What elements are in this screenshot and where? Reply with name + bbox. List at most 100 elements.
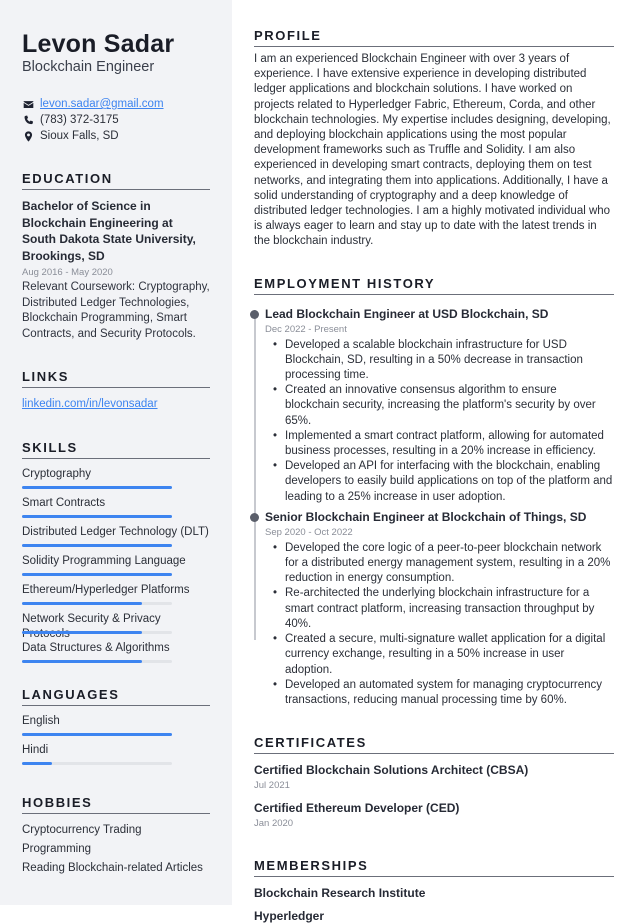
language-item: English [22, 709, 210, 738]
skill-level-bar [22, 573, 172, 576]
certificate-title: Certified Ethereum Developer (CED) [254, 801, 460, 816]
contact-phone: (783) 372-3175 [22, 112, 210, 128]
timeline-dot [250, 512, 259, 522]
job-bullet: Created a secure, multi-signature wallet… [273, 632, 614, 678]
contact-list: levon.sadar@gmail.com (783) 372-3175 Sio… [22, 96, 210, 144]
skill-level-bar [22, 660, 172, 663]
employment-timeline: Lead Blockchain Engineer at USD Blockcha… [250, 306, 614, 708]
email-link[interactable]: levon.sadar@gmail.com [40, 98, 164, 110]
skills-section: SKILLS Cryptography Smart Contracts Distri… [22, 440, 210, 665]
links-section: LINKS linkedin.com/in/levonsadar [22, 369, 210, 412]
contact-location: Sioux Falls, SD [22, 128, 210, 144]
skill-item: Distributed Ledger Technology (DLT) [22, 520, 210, 549]
education-section: EDUCATION Bachelor of Science in Blockch… [22, 171, 210, 342]
job-dates: Sep 2020 - Oct 2022 [265, 526, 353, 538]
job-bullets: Developed the core logic of a peer-to-pe… [265, 541, 614, 708]
profile-heading: PROFILE [254, 28, 614, 47]
skill-label: Cryptography [22, 468, 92, 480]
languages-list: English Hindi [22, 709, 210, 767]
membership-item: Hyperledger [254, 909, 325, 924]
language-item: Hindi [22, 738, 210, 767]
skill-label: Data Structures & Algorithms [22, 642, 170, 654]
phone-icon [22, 114, 34, 126]
profile-text: I am an experienced Blockchain Engineer … [254, 53, 611, 248]
skill-level-bar [22, 631, 172, 634]
education-description: Relevant Coursework: Cryptography, Distr… [22, 281, 210, 340]
skill-level-bar [22, 486, 172, 489]
job-bullet: Created an innovative consensus algorith… [273, 383, 614, 429]
language-level-fill [22, 762, 52, 765]
map-pin-icon [22, 130, 34, 142]
profile-section: PROFILE I am an experienced Blockchain E… [254, 28, 614, 250]
job-bullet: Developed the core logic of a peer-to-pe… [273, 541, 614, 587]
skills-list: Cryptography Smart Contracts Distributed L… [22, 462, 210, 665]
education-degree: Bachelor of Science in Blockchain Engine… [22, 199, 196, 263]
skill-level-fill [22, 573, 172, 576]
job-title: Senior Blockchain Engineer at Blockchain… [265, 509, 587, 524]
location-text: Sioux Falls, SD [40, 130, 119, 142]
hobbies-section: HOBBIES Cryptocurrency Trading Programmi… [22, 795, 210, 878]
membership-item: Blockchain Research Institute [254, 886, 426, 901]
job-dates: Dec 2022 - Present [265, 323, 347, 335]
linkedin-link[interactable]: linkedin.com/in/levonsadar [22, 398, 158, 410]
language-level-bar [22, 762, 172, 765]
memberships-section: MEMBERSHIPS Blockchain Research Institut… [254, 858, 614, 924]
job-bullet: Developed an API for interfacing with th… [273, 459, 614, 505]
certificates-section: CERTIFICATES Certified Blockchain Soluti… [254, 735, 614, 831]
education-dates: Aug 2016 - May 2020 [22, 267, 113, 278]
skill-item: Cryptography [22, 462, 210, 491]
hobby-item: Cryptocurrency Trading [22, 824, 142, 836]
memberships-heading: MEMBERSHIPS [254, 858, 614, 878]
skill-level-fill [22, 544, 172, 547]
languages-section: LANGUAGES English Hindi [22, 687, 210, 767]
skill-label: Smart Contracts [22, 497, 106, 509]
employment-section: EMPLOYMENT HISTORY Lead Blockchain Engin… [250, 276, 614, 708]
job-entry: Senior Blockchain Engineer at Blockchain… [250, 509, 614, 708]
skill-level-bar [22, 515, 172, 518]
job-title: Lead Blockchain Engineer at USD Blockcha… [265, 306, 549, 321]
language-level-bar [22, 733, 172, 736]
job-bullet: Developed an automated system for managi… [273, 678, 614, 708]
candidate-title: Blockchain Engineer [22, 59, 155, 75]
job-bullets: Developed a scalable blockchain infrastr… [265, 338, 614, 505]
main-content: PROFILE I am an experienced Blockchain E… [232, 0, 640, 923]
skill-level-fill [22, 486, 172, 489]
language-label: English [22, 715, 60, 727]
links-heading: LINKS [22, 369, 210, 388]
timeline-line [254, 309, 256, 640]
skill-level-fill [22, 660, 142, 663]
hobby-item: Reading Blockchain-related Articles [22, 862, 203, 874]
education-heading: EDUCATION [22, 171, 210, 190]
timeline-dot [250, 309, 259, 319]
skill-item: Data Structures & Algorithms [22, 636, 210, 665]
skill-item: Smart Contracts [22, 491, 210, 520]
job-bullet: Developed a scalable blockchain infrastr… [273, 338, 614, 384]
hobby-item: Programming [22, 843, 92, 855]
phone-number: (783) 372-3175 [40, 114, 119, 126]
skill-label: Ethereum/Hyperledger Platforms [22, 584, 190, 596]
candidate-name: Levon Sadar [22, 30, 175, 58]
certificate-entry: Certified Blockchain Solutions Architect… [254, 762, 614, 793]
language-label: Hindi [22, 744, 49, 756]
skill-label: Distributed Ledger Technology (DLT) [22, 526, 209, 538]
skill-level-fill [22, 631, 142, 634]
certificates-heading: CERTIFICATES [254, 735, 614, 755]
skill-level-fill [22, 515, 172, 518]
sidebar: Levon Sadar Blockchain Engineer levon.sa… [0, 0, 232, 905]
skill-item: Ethereum/Hyperledger Platforms [22, 578, 210, 607]
job-bullet: Re-architected the underlying blockchain… [273, 586, 614, 632]
hobbies-heading: HOBBIES [22, 795, 210, 814]
certificate-date: Jul 2021 [254, 780, 290, 792]
contact-email: levon.sadar@gmail.com [22, 96, 210, 112]
certificate-entry: Certified Ethereum Developer (CED) Jan 2… [254, 800, 614, 831]
certificate-date: Jan 2020 [254, 818, 294, 830]
language-level-fill [22, 733, 172, 736]
employment-heading: EMPLOYMENT HISTORY [254, 276, 614, 295]
skill-level-fill [22, 602, 142, 605]
skill-level-bar [22, 544, 172, 547]
certificate-title: Certified Blockchain Solutions Architect… [254, 763, 529, 778]
languages-heading: LANGUAGES [22, 687, 210, 706]
skill-label: Solidity Programming Language [22, 555, 186, 567]
envelope-icon [22, 98, 34, 110]
skills-heading: SKILLS [22, 440, 210, 459]
